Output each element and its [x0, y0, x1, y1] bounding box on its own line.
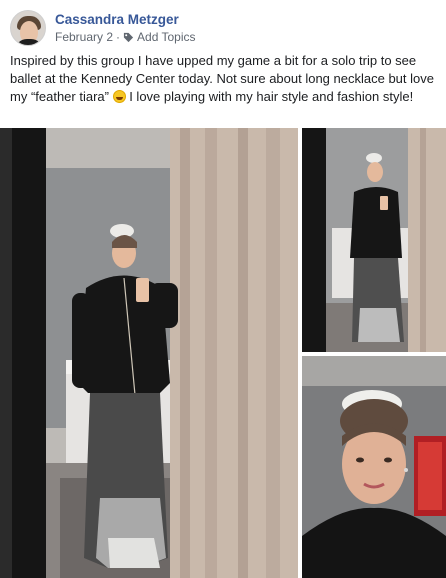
author-avatar[interactable]	[10, 10, 46, 46]
post-text: Inspired by this group I have upped my g…	[10, 52, 438, 106]
post-meta: Cassandra Metzger February 2 · Add Topic…	[55, 11, 196, 45]
author-name[interactable]: Cassandra Metzger	[55, 11, 196, 28]
post-header: Cassandra Metzger February 2 · Add Topic…	[10, 8, 196, 48]
photo-mirror-selfie-full[interactable]	[0, 128, 298, 578]
post-text-part-2: I love playing with my hair style and fa…	[125, 89, 414, 104]
post-date[interactable]: February 2	[55, 29, 113, 45]
post-card: Cassandra Metzger February 2 · Add Topic…	[0, 0, 446, 578]
separator-dot: ·	[116, 30, 121, 44]
tag-icon	[123, 32, 134, 42]
photo-mirror-selfie-small[interactable]	[302, 128, 446, 352]
laughing-crying-emoji-icon	[112, 90, 126, 103]
photo-closeup-feather-tiara[interactable]	[302, 356, 446, 578]
post-subline: February 2 · Add Topics	[55, 29, 196, 45]
photo-grid	[0, 128, 446, 578]
add-topics-link[interactable]: Add Topics	[137, 29, 195, 45]
